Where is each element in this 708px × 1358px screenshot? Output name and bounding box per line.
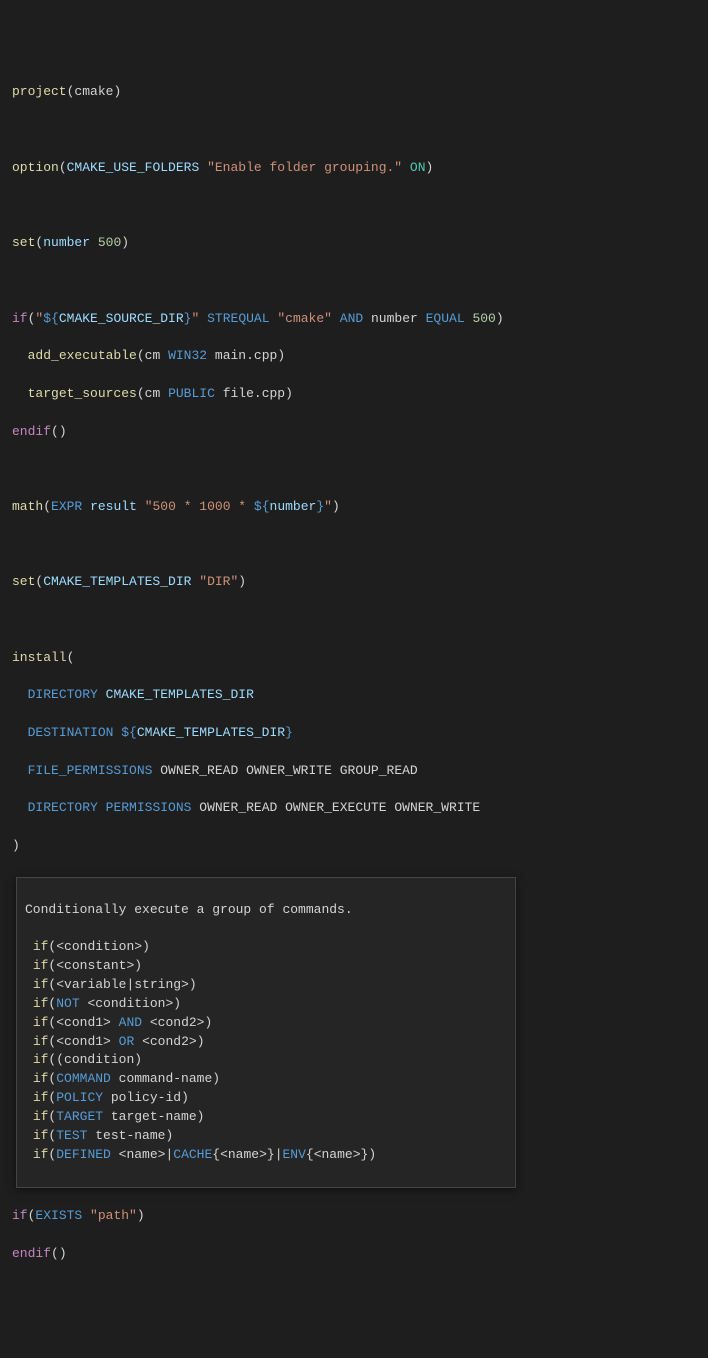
tooltip-rows: if(<condition>) if(<constant>) if(<varia… [25,938,507,1164]
tooltip-signature-row: if(<cond1> AND <cond2>) [25,1014,507,1033]
function-call: project [12,84,67,99]
code-line[interactable]: endif() [12,1245,696,1264]
code-line[interactable]: target_sources(cm PUBLIC file.cpp) [12,385,696,404]
tooltip-signature-row: if(TEST test-name) [25,1127,507,1146]
code-line[interactable]: project(cmake) [12,83,696,102]
keyword-endif: endif [12,424,51,439]
tooltip-signature-row: if(COMMAND command-name) [25,1070,507,1089]
keyword-endif: endif [12,1246,51,1261]
blank-line [12,196,696,215]
code-line[interactable]: endif() [12,423,696,442]
function-call: add_executable [28,348,137,363]
code-line[interactable]: install( [12,649,696,668]
tooltip-signature-row: if(<cond1> OR <cond2>) [25,1033,507,1052]
function-call: target_sources [28,386,137,401]
code-line[interactable]: DIRECTORY PERMISSIONS OWNER_READ OWNER_E… [12,799,696,818]
keyword-if: if [12,311,28,326]
code-line[interactable]: set(number 500) [12,234,696,253]
code-line[interactable]: DIRECTORY CMAKE_TEMPLATES_DIR [12,686,696,705]
code-editor[interactable]: project(cmake) option(CMAKE_USE_FOLDERS … [12,65,696,1283]
code-line[interactable]: if("${CMAKE_SOURCE_DIR}" STREQUAL "cmake… [12,310,696,329]
tooltip-signature-row: if((condition) [25,1051,507,1070]
code-line[interactable]: add_executable(cm WIN32 main.cpp) [12,347,696,366]
code-line[interactable]: FILE_PERMISSIONS OWNER_READ OWNER_WRITE … [12,762,696,781]
blank-line [12,460,696,479]
code-line[interactable]: set(CMAKE_TEMPLATES_DIR "DIR") [12,573,696,592]
code-line[interactable]: if(EXISTS "path") [12,1207,696,1226]
function-call: set [12,574,35,589]
tooltip-signature-row: if(<condition>) [25,938,507,957]
function-call: install [12,650,67,665]
blank-line [12,611,696,630]
blank-line [12,272,696,291]
tooltip-signature-row: if(POLICY policy-id) [25,1089,507,1108]
keyword-if: if [12,1208,28,1223]
blank-line [12,121,696,140]
signature-help-tooltip: Conditionally execute a group of command… [16,877,516,1189]
code-line[interactable]: math(EXPR result "500 * 1000 * ${number}… [12,498,696,517]
tooltip-title: Conditionally execute a group of command… [25,901,507,920]
code-line[interactable]: ) [12,837,696,856]
function-call: math [12,499,43,514]
tooltip-signature-row: if(<constant>) [25,957,507,976]
function-call: option [12,160,59,175]
blank-line [12,536,696,555]
tooltip-signature-row: if(NOT <condition>) [25,995,507,1014]
tooltip-signature-row: if(<variable|string>) [25,976,507,995]
function-call: set [12,235,35,250]
code-line[interactable]: option(CMAKE_USE_FOLDERS "Enable folder … [12,159,696,178]
code-line[interactable]: DESTINATION ${CMAKE_TEMPLATES_DIR} [12,724,696,743]
tooltip-signature-row: if(TARGET target-name) [25,1108,507,1127]
tooltip-signature-row: if(DEFINED <name>|CACHE{<name>}|ENV{<nam… [25,1146,507,1165]
